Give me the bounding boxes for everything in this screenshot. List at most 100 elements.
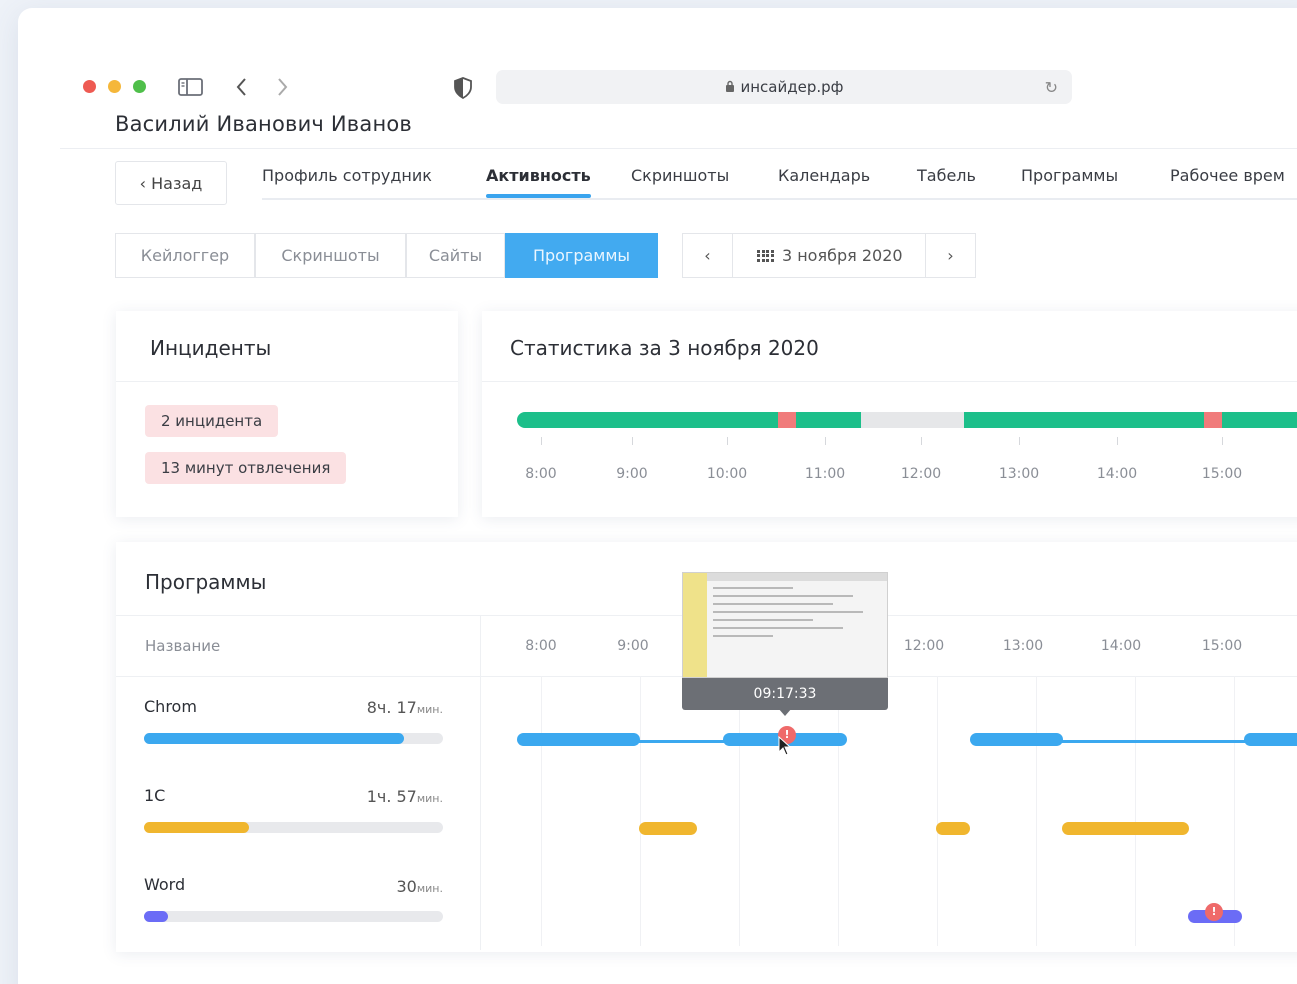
calendar-icon [757,249,774,262]
program-duration-word: 30мин. [396,877,444,896]
hour-label: 8:00 [525,466,557,482]
hour-tick [921,437,922,445]
subtab-screenshots[interactable]: Скриншоты [255,233,406,278]
hour-tick [1222,437,1223,445]
tab-calendar[interactable]: Календарь [778,166,870,185]
program-usage-track-chrome [144,733,443,744]
incidents-title: Инциденты [150,336,272,360]
program-name-chrome: Chrom [144,697,197,716]
activity-segment-idle[interactable] [861,412,965,428]
grid-line [838,676,839,946]
grid-line [640,676,641,946]
hour-label: 13:00 [1002,638,1044,654]
hour-label: 13:00 [998,466,1040,482]
date-navigator: ‹ 3 ноября 2020 › [682,233,976,278]
subtab-sites[interactable]: Сайты [406,233,505,278]
employee-name: Василий Иванович Иванов [115,112,413,136]
hour-tick [1019,437,1020,445]
column-header-name: Название [145,637,221,655]
chrome-usage-bar[interactable] [517,733,640,746]
tab-programs[interactable]: Программы [1021,166,1118,185]
screenshot-thumbnail[interactable] [682,572,888,678]
browser-forward-icon[interactable] [274,76,290,101]
hour-label: 14:00 [1100,638,1142,654]
activity-segment-active[interactable] [796,412,861,428]
lock-icon [725,80,735,95]
chrome-usage-bar[interactable] [1244,733,1297,746]
tooltip-time: 09:17:33 [682,678,888,710]
chrome-timeline-connector [1055,740,1255,743]
privacy-shield-icon[interactable] [453,77,473,102]
chrome-usage-bar[interactable] [970,733,1063,746]
subtab-keylogger[interactable]: Кейлоггер [115,233,255,278]
grid-line [1036,676,1037,946]
maximize-window-button[interactable] [133,80,146,93]
program-name-word: Word [144,875,186,894]
chrome-timeline-connector [630,740,730,743]
hour-label: 11:00 [804,466,846,482]
program-usage-track-word [144,911,443,922]
grid-line [1234,676,1235,946]
program-name-1c: 1С [144,786,166,805]
distraction-badge[interactable]: 13 минут отвлечения [145,452,347,484]
tab-screenshots[interactable]: Скриншоты [631,166,729,185]
tab-activity[interactable]: Активность [486,166,591,185]
incidents-divider [116,381,458,382]
tab-timesheet[interactable]: Табель [917,166,976,185]
1c-usage-bar[interactable] [1062,822,1189,835]
1c-usage-bar[interactable] [639,822,697,835]
hour-tick [632,437,633,445]
grid-line [937,676,938,946]
stats-divider [482,381,1297,382]
tab-working-time[interactable]: Рабочее врем [1170,166,1285,185]
activity-segment-active[interactable] [964,412,1204,428]
hour-tick [825,437,826,445]
next-day-button[interactable]: › [925,234,975,277]
tab-employee-profile[interactable]: Профиль сотрудник [262,166,432,185]
minimize-window-button[interactable] [108,80,121,93]
grid-line [1135,676,1136,946]
program-duration-chrome: 8ч. 17мин. [366,698,443,717]
program-usage-fill-word [144,911,168,922]
active-tab-indicator [486,194,591,198]
hour-tick [727,437,728,445]
address-bar[interactable]: инсайдер.рф ↻ [496,70,1072,104]
tabs-baseline [262,198,1297,200]
activity-segment-incident[interactable] [778,412,796,428]
hour-tick [1117,437,1118,445]
back-button[interactable]: ‹ Назад [115,161,227,205]
header-divider [60,148,1297,149]
programs-title: Программы [145,570,267,594]
activity-segment-active[interactable] [1222,412,1297,428]
sidebar-toggle-icon[interactable] [178,77,204,100]
hour-label: 15:00 [1201,466,1243,482]
stats-title: Статистика за 3 ноября 2020 [510,336,819,360]
mouse-cursor-icon [778,735,792,761]
reload-icon[interactable]: ↻ [1045,78,1058,97]
hour-label: 15:00 [1201,638,1243,654]
incident-marker[interactable]: ! [1205,903,1223,921]
hour-label: 12:00 [903,638,945,654]
prev-day-button[interactable]: ‹ [683,234,733,277]
hour-label: 8:00 [525,638,557,654]
browser-back-icon[interactable] [234,76,250,101]
column-divider [480,615,481,950]
program-usage-fill-1c [144,822,249,833]
grid-line [541,676,542,946]
hour-label: 9:00 [617,638,649,654]
incident-count-badge[interactable]: 2 инцидента [145,405,279,437]
program-duration-1c: 1ч. 57мин. [366,787,443,806]
activity-segment-active[interactable] [517,412,779,428]
grid-line [739,676,740,946]
activity-segment-incident[interactable] [1204,412,1222,428]
screenshot-tooltip[interactable]: 09:17:33 [682,572,888,716]
subtab-programs[interactable]: Программы [505,233,658,278]
url-text: инсайдер.рф [740,78,844,96]
program-usage-fill-chrome [144,733,405,744]
close-window-button[interactable] [83,80,96,93]
hour-label: 12:00 [900,466,942,482]
hour-label: 14:00 [1096,466,1138,482]
date-picker[interactable]: 3 ноября 2020 [733,234,927,277]
1c-usage-bar[interactable] [936,822,970,835]
tooltip-arrow [778,708,792,716]
